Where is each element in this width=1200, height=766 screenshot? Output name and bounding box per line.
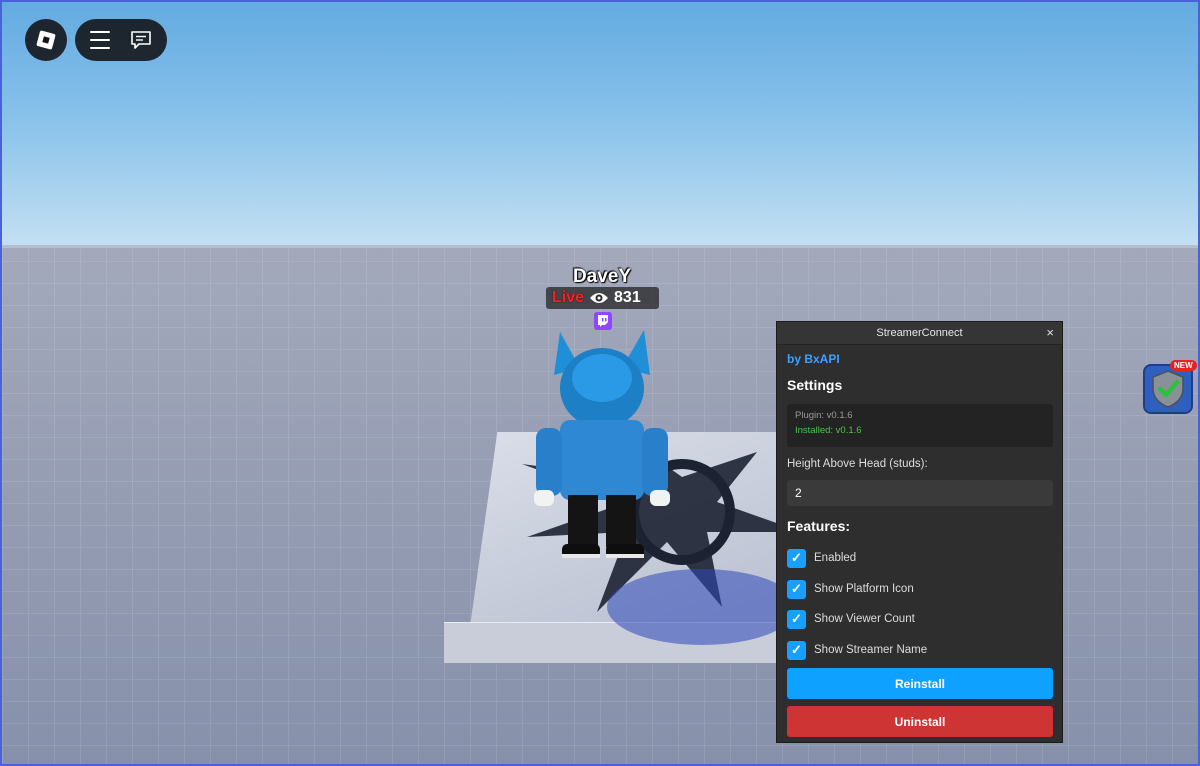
show-viewer-count-checkbox[interactable]: ✓ [787, 609, 806, 629]
uninstall-button[interactable]: Uninstall [787, 706, 1053, 737]
feature-show-viewer-count[interactable]: ✓ Show Viewer Count [787, 609, 915, 629]
chat-icon[interactable] [130, 30, 152, 50]
game-viewport[interactable]: DaveY Live 831 NEW StreamerConnect × by … [0, 0, 1200, 766]
player-avatar[interactable] [522, 320, 682, 570]
roblox-menu-button[interactable] [25, 19, 67, 61]
plugin-titlebar[interactable]: StreamerConnect × [777, 322, 1062, 345]
feature-enabled[interactable]: ✓ Enabled [787, 548, 856, 568]
live-label: Live [552, 289, 585, 306]
feature-label: Show Viewer Count [814, 613, 915, 625]
viewer-count: 831 [614, 289, 641, 306]
twitch-icon [594, 312, 612, 330]
features-heading: Features: [787, 518, 851, 534]
plugin-version: Plugin: v0.1.6 [795, 410, 853, 421]
character-shadow [607, 569, 797, 645]
reinstall-button[interactable]: Reinstall [787, 668, 1053, 699]
author-label: by BxAPI [787, 352, 840, 366]
topbar-pill [75, 19, 167, 61]
version-info-box: Plugin: v0.1.6 Installed: v0.1.6 [787, 404, 1053, 447]
height-input[interactable] [787, 480, 1053, 506]
feature-show-platform-icon[interactable]: ✓ Show Platform Icon [787, 579, 914, 599]
shield-widget-button[interactable] [1143, 364, 1193, 414]
roblox-logo-icon [36, 30, 56, 50]
feature-label: Show Platform Icon [814, 583, 914, 595]
close-icon[interactable]: × [1046, 322, 1054, 344]
enabled-checkbox[interactable]: ✓ [787, 548, 806, 568]
streamer-name: DaveY [572, 266, 632, 287]
settings-heading: Settings [787, 377, 843, 393]
feature-show-streamer-name[interactable]: ✓ Show Streamer Name [787, 640, 927, 660]
installed-version: Installed: v0.1.6 [795, 425, 862, 436]
feature-label: Enabled [814, 552, 857, 564]
live-viewer-bar: Live 831 [546, 287, 659, 309]
height-label: Height Above Head (studs): [787, 458, 928, 470]
shield-check-icon [1152, 370, 1184, 408]
sky [2, 2, 1198, 248]
streamerconnect-plugin-window: StreamerConnect × by BxAPI Settings Plug… [776, 321, 1063, 743]
horizon-line [2, 245, 1198, 248]
new-badge: NEW [1170, 360, 1197, 371]
plugin-title: StreamerConnect [876, 327, 963, 339]
hamburger-menu-icon[interactable] [90, 31, 110, 49]
show-streamer-name-checkbox[interactable]: ✓ [787, 640, 806, 660]
feature-label: Show Streamer Name [814, 644, 928, 656]
eye-icon [590, 293, 609, 303]
show-platform-icon-checkbox[interactable]: ✓ [787, 579, 806, 599]
